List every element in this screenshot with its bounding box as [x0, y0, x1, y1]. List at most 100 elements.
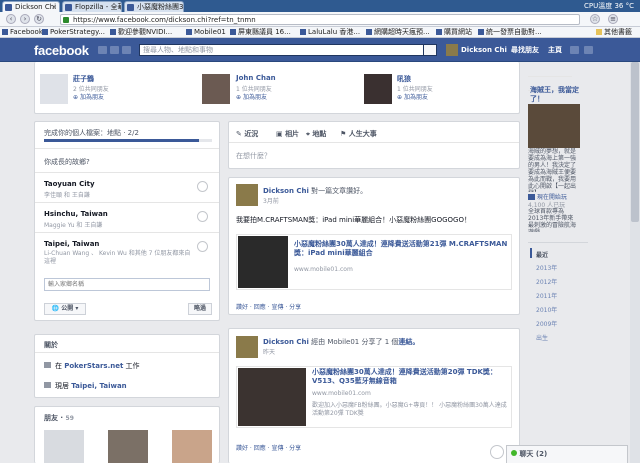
online-status-icon	[511, 450, 517, 456]
hometown-radio[interactable]	[197, 211, 208, 222]
work-link[interactable]: PokerStars.net	[64, 362, 123, 370]
privacy-shortcuts-icon[interactable]	[570, 46, 579, 54]
tab-label: 小惡魔粉絲團30萬人...	[137, 3, 184, 11]
bookmark-item[interactable]: 購買網站	[436, 27, 472, 38]
bookmark-item[interactable]: 統一發票自動對...	[478, 27, 542, 38]
browser-tab-flopzilla[interactable]: Flopzilla - 全華首映...	[62, 1, 122, 12]
back-button[interactable]: ‹	[6, 14, 16, 24]
facebook-search-input[interactable]: 搜尋人物、地點和事物	[139, 44, 425, 56]
add-friend-button[interactable]: ⊕ 加為朋友	[236, 92, 267, 101]
globe-icon[interactable]	[490, 445, 504, 459]
skip-button[interactable]: 略過	[188, 303, 212, 315]
browser-tab-dickson-chi[interactable]: Dickson Chi ×	[2, 1, 60, 12]
author-link[interactable]: Dickson Chi	[263, 338, 309, 346]
bookmark-star-icon[interactable]: ☆	[590, 14, 600, 24]
composer-tab-place[interactable]: ⌖ 地點	[306, 129, 326, 139]
friends-title[interactable]: 朋友 · 59	[44, 413, 74, 423]
composer-tab-status[interactable]: ✎ 近況	[236, 129, 258, 139]
friend-name[interactable]: 吼狼	[397, 74, 411, 84]
timeline-nav-birth[interactable]: 出生	[536, 333, 548, 342]
find-friends-link[interactable]: 尋找朋友	[511, 44, 539, 56]
hometown-option-city[interactable]: Taipei, Taiwan	[44, 240, 99, 248]
composer-tab-life-event[interactable]: ⚑ 人生大事	[340, 129, 377, 139]
chat-bar[interactable]: 聊天 (2)	[506, 445, 628, 463]
menu-icon[interactable]: ≡	[608, 14, 618, 24]
facebook-favicon-icon	[5, 4, 12, 11]
notifications-icon[interactable]	[122, 46, 131, 54]
sidebar-ad-text: 海賊的夢想，就是要成為海上第一強的男人！我決定了要成為海賊王便要為此而戰，我要用…	[528, 148, 577, 192]
settings-gear-icon[interactable]	[584, 46, 593, 54]
timeline-nav-year[interactable]: 2013年	[536, 263, 557, 272]
timeline-nav-year[interactable]: 2011年	[536, 291, 557, 300]
bookmark-item[interactable]: LaluLalu 香港...	[300, 27, 360, 38]
post-actions[interactable]: 讚好 · 回應 · 宣傳 · 分享	[236, 443, 301, 452]
friend-requests-icon[interactable]	[98, 46, 107, 54]
forward-button[interactable]: ›	[20, 14, 30, 24]
bookmark-item[interactable]: Facebook	[2, 27, 43, 38]
timeline-nav-year[interactable]: 2009年	[536, 319, 557, 328]
house-icon	[44, 382, 51, 388]
tab-label: Dickson Chi	[15, 3, 57, 11]
profile-name-link[interactable]: Dickson Chi	[461, 44, 507, 56]
hometown-radio[interactable]	[197, 181, 208, 192]
reload-button[interactable]: ↻	[34, 14, 44, 24]
sidebar-ad-description: 全球首款專為2013年新手帶來最刺激的冒險航海遊戲	[528, 208, 577, 232]
add-friend-button[interactable]: ⊕ 加為朋友	[397, 92, 428, 101]
post-text: 我要拍M.CRAFTSMAN獎：iPad mini華麗組合！小惡魔粉絲團GOGO…	[236, 216, 471, 224]
search-icon[interactable]	[423, 44, 437, 56]
author-link[interactable]: Dickson Chi	[263, 187, 309, 195]
timeline-nav-recent[interactable]: 最近	[536, 250, 548, 259]
privacy-selector[interactable]: 🌐 公開 ▾	[44, 303, 86, 315]
composer-tab-photo[interactable]: ▣ 相片	[276, 129, 299, 139]
home-link[interactable]: 主頁	[548, 44, 562, 56]
hometown-option-city[interactable]: Taoyuan City	[44, 180, 95, 188]
friend-avatar[interactable]	[40, 74, 68, 104]
author-avatar[interactable]	[236, 184, 258, 206]
bookmark-item[interactable]: 網購超時天瘋預...	[366, 27, 430, 38]
hometown-input[interactable]: 輸入家鄉名稱	[44, 278, 210, 291]
post-timestamp[interactable]: 昨天	[263, 347, 275, 356]
link-title[interactable]: 小惡魔粉絲團30萬人達成！連降費送活動第21彈 M.CRAFTSMAN獎：iPa…	[294, 240, 508, 258]
bookmark-item[interactable]: 歡迎參觀NVIDI...	[110, 27, 172, 38]
post-timestamp[interactable]: 3月前	[263, 196, 279, 205]
link-title[interactable]: 小惡魔粉絲團30萬人達成！連降費送活動第20彈 TDK獎：V513、Q35藍牙無…	[312, 368, 508, 386]
bookmark-item[interactable]: Mobile01	[186, 27, 226, 38]
facebook-logo[interactable]: facebook	[34, 43, 89, 58]
bookmark-icon	[42, 29, 48, 35]
work-info: 在 PokerStars.net 工作	[55, 362, 140, 370]
link-domain: www.mobile01.com	[312, 390, 371, 397]
author-avatar[interactable]	[236, 336, 258, 358]
profile-avatar[interactable]	[446, 44, 458, 56]
hometown-option-city[interactable]: Hsinchu, Taiwan	[44, 210, 108, 218]
friend-thumbnail[interactable]	[44, 430, 84, 463]
friend-name[interactable]: John Chan	[236, 74, 276, 82]
sidebar-ad-image[interactable]	[528, 104, 580, 148]
timeline-nav-year[interactable]: 2010年	[536, 305, 557, 314]
link-description: 歡迎加入小惡魔FB粉絲團。小惡魔G+專頁！！ 小惡魔粉絲團30萬人達成活動第20…	[312, 402, 507, 417]
tab-label: Flopzilla - 全華首映...	[75, 3, 121, 11]
page-scrollbar-thumb[interactable]	[631, 62, 639, 222]
link-thumbnail[interactable]	[238, 368, 306, 426]
post-actions[interactable]: 讚好 · 回應 · 宣傳 · 分享	[236, 302, 301, 311]
add-friend-button[interactable]: ⊕ 加為朋友	[73, 92, 104, 101]
url-field[interactable]: https://www.facebook.com/dickson.chi?ref…	[60, 14, 580, 25]
city-link[interactable]: Taipei, Taiwan	[71, 382, 126, 390]
friend-name[interactable]: 莊子鶴	[73, 74, 94, 84]
status-input[interactable]: 在想什麼？	[236, 151, 271, 161]
bookmark-item[interactable]: PokerStrategy...	[42, 27, 105, 38]
lock-icon	[63, 17, 69, 23]
friend-avatar[interactable]	[364, 74, 392, 104]
bookmark-folder-other[interactable]: 其他書籤	[596, 27, 632, 38]
friend-avatar[interactable]	[202, 74, 230, 104]
close-tab-icon[interactable]: ×	[51, 2, 57, 12]
messages-icon[interactable]	[110, 46, 119, 54]
friend-thumbnail[interactable]	[172, 430, 212, 463]
timeline-nav-year[interactable]: 2012年	[536, 277, 557, 286]
friend-thumbnail[interactable]	[108, 430, 148, 463]
browser-tab-mobile01[interactable]: 小惡魔粉絲團30萬人...	[124, 1, 184, 12]
link-thumbnail[interactable]	[238, 236, 288, 288]
sidebar-ad-title[interactable]: 海賊王，我當定了！	[530, 86, 580, 104]
shared-link[interactable]: 連結。	[398, 338, 419, 346]
hometown-radio[interactable]	[197, 241, 208, 252]
bookmark-item[interactable]: 屏東縣議員 16...	[230, 27, 291, 38]
